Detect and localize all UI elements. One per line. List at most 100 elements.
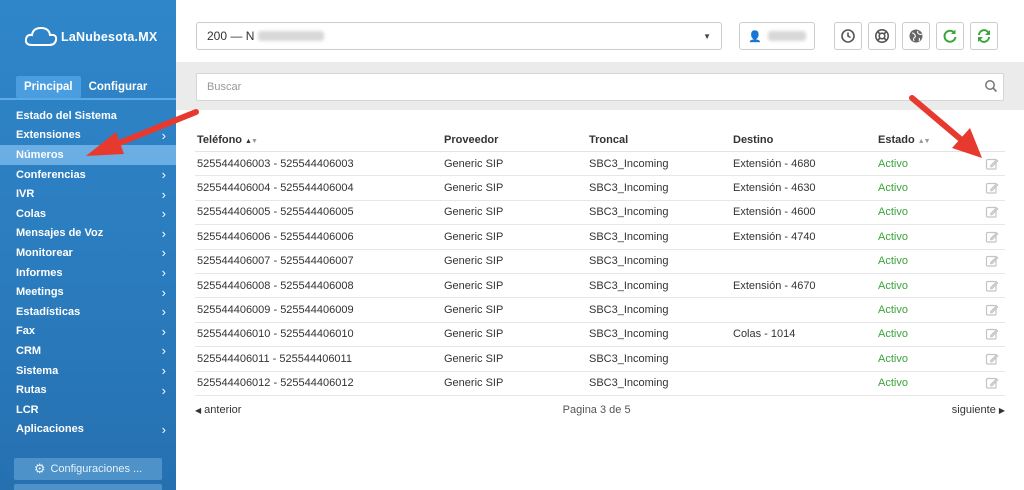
cell-estado: Activo xyxy=(878,157,908,170)
col-header-label: Estado xyxy=(878,133,915,146)
sidebar-item-label: Estado del Sistema xyxy=(16,109,117,122)
configuraciones-button[interactable]: ⚙ Configuraciones ... xyxy=(14,458,162,480)
cell-actions xyxy=(978,376,1005,390)
sidebar-item-label: Informes xyxy=(16,266,63,279)
sidebar-item-label: Colas xyxy=(16,207,46,220)
edit-icon[interactable] xyxy=(985,230,999,244)
sidebar-item[interactable]: Fax › xyxy=(0,322,176,342)
sidebar-item-label: CRM xyxy=(16,344,42,357)
cell-actions xyxy=(978,157,1005,171)
sidebar-item-label: LCR xyxy=(16,403,39,416)
sort-asc-icon: ▲▼ xyxy=(245,137,258,145)
cell-troncal: SBC3_Incoming xyxy=(589,206,669,219)
edit-icon[interactable] xyxy=(985,352,999,366)
sidebar-item[interactable]: Extensiones › xyxy=(0,126,176,146)
configuraciones-label: Configuraciones ... xyxy=(50,463,143,475)
edit-icon[interactable] xyxy=(985,376,999,390)
sidebar-item[interactable]: Aplicaciones › xyxy=(0,420,176,440)
prev-label: anterior xyxy=(204,404,242,416)
table-header: Teléfono ▲▼ Proveedor Troncal Destino Est… xyxy=(195,128,1005,152)
chevron-right-icon: › xyxy=(161,284,166,300)
cell-estado: Activo xyxy=(878,206,908,219)
cell-destino: Extensión - 4680 xyxy=(733,157,816,170)
cell-telefono: 525544406003 - 525544406003 xyxy=(197,157,354,170)
sidebar-item[interactable]: Conferencias › xyxy=(0,165,176,185)
brand-logo[interactable]: LaNubesota.MX xyxy=(24,26,157,48)
edit-icon[interactable] xyxy=(985,205,999,219)
edit-icon[interactable] xyxy=(985,327,999,341)
sidebar-item[interactable]: Sistema › xyxy=(0,361,176,381)
table-row: 525544406005 - 525544406005 Generic SIP SB… xyxy=(195,201,1005,226)
sidebar-item[interactable]: Monitorear › xyxy=(0,243,176,263)
cell-actions xyxy=(978,303,1005,317)
sync-button[interactable] xyxy=(970,22,998,50)
cell-proveedor: Generic SIP xyxy=(444,279,504,292)
sidebar-item[interactable]: CRM › xyxy=(0,341,176,361)
sidebar-item[interactable]: IVR › xyxy=(0,184,176,204)
search-icon[interactable] xyxy=(984,79,998,93)
edit-icon[interactable] xyxy=(985,303,999,317)
sync-icon xyxy=(978,29,990,43)
sidebar-item[interactable]: Informes › xyxy=(0,263,176,283)
user-menu-button[interactable]: 👤 xyxy=(739,22,815,50)
cell-actions xyxy=(978,230,1005,244)
cell-proveedor: Generic SIP xyxy=(444,377,504,390)
sidebar-item[interactable]: Estadísticas › xyxy=(0,302,176,322)
cell-actions xyxy=(978,352,1005,366)
search-input[interactable] xyxy=(196,73,1004,101)
cell-proveedor: Generic SIP xyxy=(444,255,504,268)
cell-actions xyxy=(978,181,1005,195)
col-header-troncal: Troncal xyxy=(589,133,629,146)
edit-icon[interactable] xyxy=(985,157,999,171)
sidebar-divider xyxy=(0,98,176,100)
cell-destino: Extensión - 4600 xyxy=(733,206,816,219)
cell-estado: Activo xyxy=(878,328,908,341)
sidebar-item-label: Extensiones xyxy=(16,129,81,142)
search-bar xyxy=(176,62,1024,110)
edit-icon[interactable] xyxy=(985,254,999,268)
sidebar-tabs: Principal Configurar xyxy=(16,76,155,98)
col-header-telefono[interactable]: Teléfono ▲▼ xyxy=(195,134,444,146)
table-row: 525544406003 - 525544406003 Generic SIP SB… xyxy=(195,152,1005,177)
cell-telefono: 525544406005 - 525544406005 xyxy=(197,206,354,219)
sidebar-bottom-button[interactable] xyxy=(14,484,162,490)
sidebar-item[interactable]: Mensajes de Voz › xyxy=(0,224,176,244)
cell-telefono: 525544406006 - 525544406006 xyxy=(197,230,354,243)
sidebar-item[interactable]: Rutas › xyxy=(0,380,176,400)
col-header-estado[interactable]: Estado ▲▼ xyxy=(878,134,978,146)
tab-configurar[interactable]: Configurar xyxy=(81,76,156,98)
prev-page-link[interactable]: ◀ anterior xyxy=(195,404,241,416)
company-select[interactable]: 200 — N ▼ xyxy=(196,22,722,50)
sidebar-item-label: Mensajes de Voz xyxy=(16,227,104,240)
sidebar-item[interactable]: Estado del Sistema xyxy=(0,106,176,126)
edit-icon[interactable] xyxy=(985,279,999,293)
sidebar-item[interactable]: Colas › xyxy=(0,204,176,224)
cell-telefono: 525544406007 - 525544406007 xyxy=(197,255,354,268)
reload-button[interactable] xyxy=(936,22,964,50)
caret-right-icon: ▶ xyxy=(998,405,1005,415)
table-row: 525544406011 - 525544406011 Generic SIP SB… xyxy=(195,347,1005,372)
cell-troncal: SBC3_Incoming xyxy=(589,255,669,268)
sidebar-item[interactable]: Números xyxy=(0,145,176,165)
chevron-right-icon: › xyxy=(161,206,166,222)
support-button[interactable] xyxy=(868,22,896,50)
cloud-icon xyxy=(24,26,58,46)
cell-estado: Activo xyxy=(878,377,908,390)
sidebar-item[interactable]: Meetings › xyxy=(0,282,176,302)
sidebar-item-label: Rutas xyxy=(16,384,47,397)
cell-proveedor: Generic SIP xyxy=(444,157,504,170)
cell-estado: Activo xyxy=(878,352,908,365)
cell-estado: Activo xyxy=(878,182,908,195)
numbers-table: Teléfono ▲▼ Proveedor Troncal Destino Est… xyxy=(195,128,1005,396)
language-button[interactable] xyxy=(902,22,930,50)
history-button[interactable] xyxy=(834,22,862,50)
next-page-link[interactable]: siguiente ▶ xyxy=(952,404,1005,416)
table-row: 525544406010 - 525544406010 Generic SIP SB… xyxy=(195,323,1005,348)
chevron-right-icon: › xyxy=(161,186,166,202)
cell-telefono: 525544406008 - 525544406008 xyxy=(197,279,354,292)
sidebar-item[interactable]: LCR xyxy=(0,400,176,420)
sidebar-item-label: IVR xyxy=(16,188,35,201)
tab-principal[interactable]: Principal xyxy=(16,76,81,98)
chevron-right-icon: › xyxy=(161,382,166,398)
edit-icon[interactable] xyxy=(985,181,999,195)
